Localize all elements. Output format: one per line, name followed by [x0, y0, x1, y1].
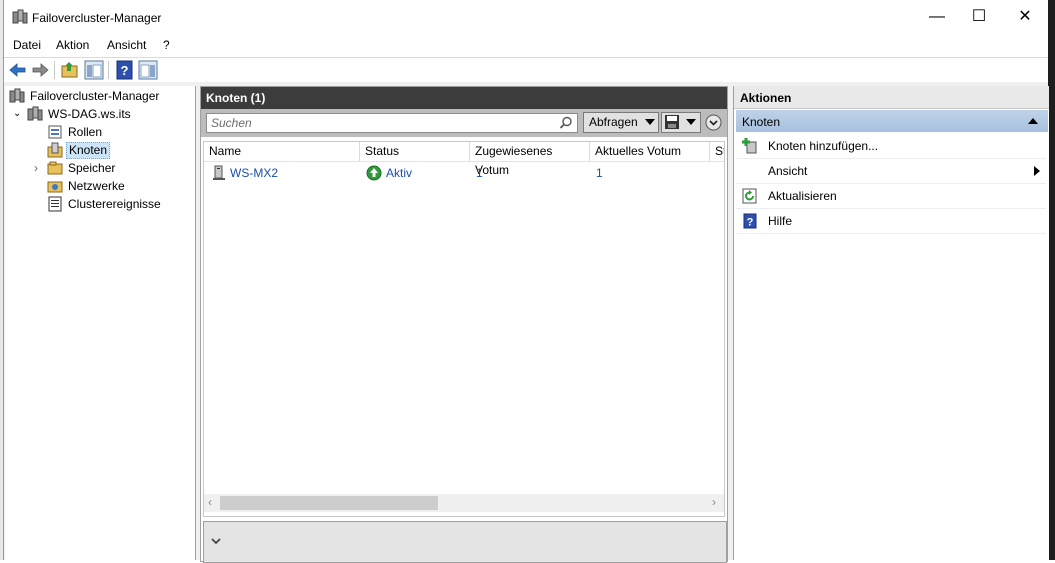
nodes-table: Name Status Zugewiesenes Votum Aktuelles…: [203, 141, 725, 517]
show-hide-tree-icon[interactable]: [84, 60, 104, 80]
tree-label-rollen: Rollen: [68, 125, 103, 139]
results-toolbar: Suchen Abfragen: [201, 109, 727, 137]
actions-section-label: Knoten: [742, 115, 781, 129]
tree-item-clusterereignisse[interactable]: Clusterereignisse: [5, 195, 195, 213]
maximize-button[interactable]: ☐: [956, 0, 1002, 34]
cluster-icon: [27, 106, 43, 121]
search-input[interactable]: Suchen: [206, 113, 578, 133]
cluster-manager-icon: [9, 88, 25, 103]
actions-section-knoten[interactable]: Knoten: [736, 110, 1048, 132]
tree-label-knoten: Knoten: [66, 142, 111, 159]
actions-title: Aktionen: [740, 91, 792, 105]
query-button[interactable]: Abfragen: [583, 112, 659, 133]
actions-pane: Aktionen Knoten Knoten hinzufügen... Ans…: [733, 86, 1049, 560]
column-header-status[interactable]: Status: [360, 142, 470, 161]
events-icon: [48, 196, 62, 212]
refresh-icon: [742, 188, 757, 204]
action-view[interactable]: Ansicht: [736, 159, 1046, 184]
collapse-arrow-icon[interactable]: [1028, 118, 1038, 124]
toolbar-separator: [54, 61, 55, 79]
chevron-down-icon[interactable]: ⌄: [13, 105, 21, 123]
action-add-node[interactable]: Knoten hinzufügen...: [736, 134, 1046, 159]
tree-label-root: Failovercluster-Manager: [30, 89, 160, 103]
storage-icon: [47, 161, 63, 175]
cell-name: WS-MX2: [230, 166, 278, 180]
back-arrow-icon[interactable]: [8, 60, 28, 80]
navigation-tree: Failovercluster-Manager ⌄ WS-DAG.ws.its …: [5, 86, 196, 560]
cluster-manager-icon: [12, 9, 28, 24]
tree-label-cluster: WS-DAG.ws.its: [48, 107, 131, 121]
tree-item-rollen[interactable]: Rollen: [5, 123, 195, 141]
results-header: Knoten (1): [201, 87, 727, 109]
scroll-right-icon[interactable]: ›: [712, 495, 716, 509]
tree-label-netzwerke: Netzwerke: [68, 179, 125, 193]
action-label-refresh: Aktualisieren: [768, 189, 837, 203]
column-header-name[interactable]: Name: [204, 142, 360, 161]
tree-label-speicher: Speicher: [68, 161, 116, 175]
tree-label-clusterereignisse: Clusterereignisse: [68, 197, 161, 211]
save-query-button[interactable]: [661, 112, 701, 133]
status-up-icon: [366, 165, 382, 181]
networks-icon: [47, 181, 63, 193]
table-header: Name Status Zugewiesenes Votum Aktuelles…: [204, 142, 724, 177]
details-pane: [203, 521, 727, 563]
minimize-button[interactable]: —: [914, 0, 960, 34]
forward-arrow-icon[interactable]: [30, 60, 50, 80]
action-label-view: Ansicht: [768, 164, 808, 178]
toolbar-separator: [108, 61, 109, 79]
title-bar[interactable]: Failovercluster-Manager — ☐ ✕: [4, 0, 1048, 34]
menu-help[interactable]: ?: [163, 38, 170, 52]
add-node-icon: [742, 138, 757, 154]
server-icon: [213, 165, 225, 180]
expand-options-icon[interactable]: [705, 114, 722, 131]
results-title: Knoten (1): [206, 91, 266, 105]
scroll-left-icon[interactable]: ‹: [208, 495, 212, 509]
menu-aktion[interactable]: Aktion: [56, 38, 89, 52]
column-header-st[interactable]: St: [710, 142, 724, 161]
tree-item-knoten[interactable]: Knoten: [5, 141, 195, 159]
show-hide-action-pane-icon[interactable]: [138, 60, 158, 80]
action-help[interactable]: ? Hilfe: [736, 209, 1046, 234]
action-refresh[interactable]: Aktualisieren: [736, 184, 1046, 209]
close-button[interactable]: ✕: [1002, 0, 1048, 34]
menu-bar: Datei Aktion Ansicht ?: [4, 34, 1048, 56]
app-window: Failovercluster-Manager — ☐ ✕ Datei Akti…: [3, 0, 1049, 563]
svg-text:?: ?: [121, 63, 129, 78]
nodes-icon: [47, 142, 63, 158]
chevron-down-icon[interactable]: [210, 537, 222, 546]
svg-text:?: ?: [747, 217, 754, 229]
help-icon: ?: [743, 213, 757, 229]
scrollbar-thumb[interactable]: [220, 496, 438, 510]
save-icon: [665, 115, 679, 129]
action-label-help: Hilfe: [768, 214, 793, 228]
horizontal-scrollbar[interactable]: ‹ ›: [204, 494, 724, 512]
window-title: Failovercluster-Manager: [32, 11, 162, 25]
query-button-label: Abfragen: [589, 115, 638, 129]
column-header-assigned-vote[interactable]: Zugewiesenes Votum: [470, 142, 590, 177]
tree-item-cluster[interactable]: ⌄ WS-DAG.ws.its: [5, 105, 195, 123]
chevron-right-icon[interactable]: ›: [34, 159, 38, 177]
action-label-add-node: Knoten hinzufügen...: [768, 139, 879, 153]
column-header-current-vote[interactable]: Aktuelles Votum: [590, 142, 710, 161]
toolbar: ?: [4, 57, 1048, 83]
actions-header: Aktionen: [734, 86, 1049, 109]
cell-current-vote: 1: [596, 166, 603, 180]
search-icon[interactable]: [559, 116, 573, 130]
up-folder-icon[interactable]: [60, 60, 80, 80]
results-pane: Knoten (1) Suchen Abfragen Name Status Z…: [200, 86, 728, 563]
dropdown-arrow-icon: [645, 119, 655, 125]
tree-item-root[interactable]: Failovercluster-Manager: [5, 87, 195, 105]
menu-datei[interactable]: Datei: [13, 38, 41, 52]
search-placeholder: Suchen: [211, 116, 252, 130]
submenu-arrow-icon: [1034, 166, 1040, 176]
menu-ansicht[interactable]: Ansicht: [107, 38, 146, 52]
cell-status: Aktiv: [386, 166, 413, 180]
tree-item-netzwerke[interactable]: Netzwerke: [5, 177, 195, 195]
dropdown-arrow-icon: [686, 119, 696, 125]
table-row[interactable]: WS-MX2 Aktiv 1 1: [204, 163, 724, 183]
help-icon[interactable]: ?: [115, 60, 135, 80]
cell-assigned-vote: 1: [476, 166, 483, 180]
tree-item-speicher[interactable]: › Speicher: [5, 159, 195, 177]
roles-icon: [48, 125, 62, 139]
